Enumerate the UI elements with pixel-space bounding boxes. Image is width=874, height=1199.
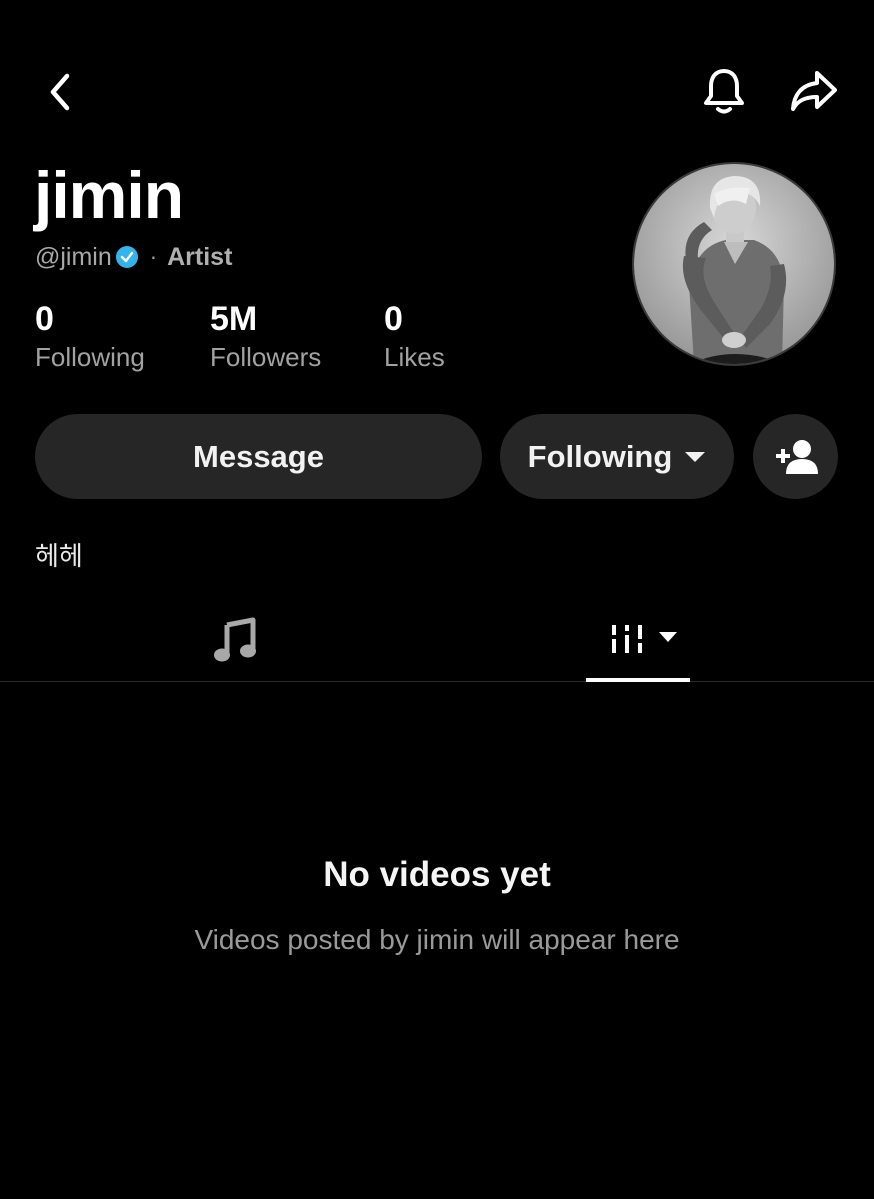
stat-following-value: 0	[35, 300, 54, 338]
add-friend-button[interactable]	[753, 414, 838, 499]
stat-followers-value: 5M	[210, 300, 258, 338]
empty-state-title: No videos yet	[323, 855, 551, 894]
add-person-icon	[775, 439, 818, 474]
share-button[interactable]	[788, 66, 840, 116]
stat-likes-label: Likes	[384, 342, 445, 372]
tab-music[interactable]	[185, 608, 285, 672]
back-button[interactable]	[38, 68, 82, 116]
message-button-label: Message	[193, 438, 324, 474]
profile-display-name: jimin	[34, 158, 184, 232]
music-note-icon	[214, 617, 256, 662]
tab-divider	[0, 681, 874, 682]
caret-down-icon	[685, 451, 706, 462]
separator-dot: ·	[149, 244, 158, 269]
tab-videos-filter[interactable]	[596, 612, 682, 668]
bell-icon	[704, 69, 744, 114]
stat-likes[interactable]: 0 Likes	[384, 300, 445, 374]
stat-likes-value: 0	[384, 300, 403, 338]
stat-following-label: Following	[35, 342, 145, 372]
share-arrow-icon	[791, 71, 837, 111]
verified-badge-icon	[115, 246, 138, 268]
message-button[interactable]: Message	[35, 414, 482, 499]
stat-followers-label: Followers	[210, 342, 322, 372]
active-tab-indicator	[586, 678, 690, 682]
stat-following[interactable]: 0 Following	[35, 300, 145, 374]
following-button-label: Following	[527, 438, 673, 474]
empty-state-subtitle: Videos posted by jimin will appear here	[194, 924, 680, 955]
notification-bell-button[interactable]	[700, 64, 748, 118]
profile-handle-row: @jimin · Artist	[35, 242, 232, 272]
chevron-left-icon	[50, 73, 70, 111]
stat-followers[interactable]: 5M Followers	[210, 300, 321, 374]
caret-down-icon	[659, 632, 677, 642]
following-dropdown-button[interactable]: Following	[500, 414, 734, 499]
avatar[interactable]	[632, 162, 836, 366]
profile-handle: @jimin	[35, 242, 112, 271]
profile-bio: 헤헤	[35, 541, 83, 571]
profile-role: Artist	[167, 242, 233, 271]
